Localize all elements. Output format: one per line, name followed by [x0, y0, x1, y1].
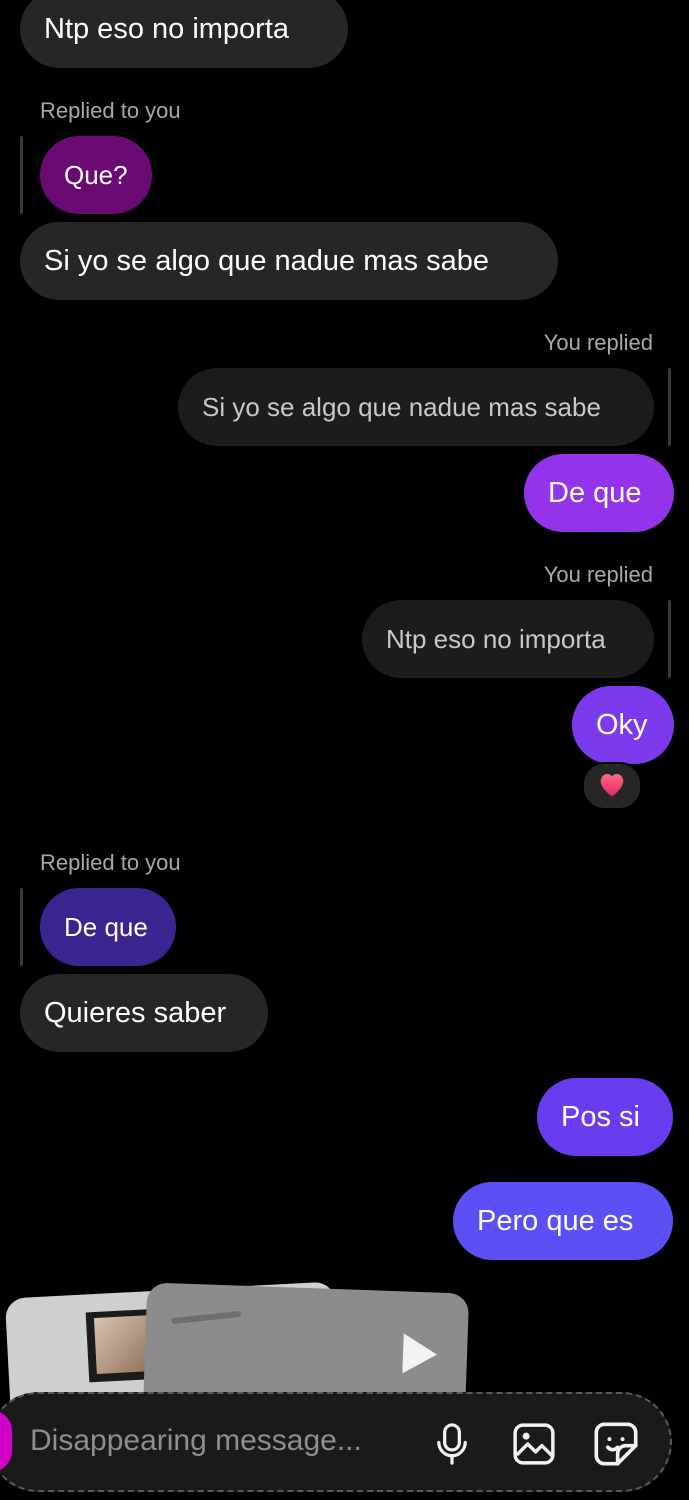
received-message[interactable]: Si yo se algo que nadue mas sabe — [20, 222, 558, 300]
reply-label: Replied to you — [40, 850, 181, 875]
quoted-message[interactable]: Ntp eso no importa — [362, 600, 654, 678]
message-text: De que — [548, 476, 642, 509]
message-text: Quieres saber — [44, 996, 227, 1029]
message-reaction[interactable] — [582, 762, 642, 810]
video-texture — [171, 1310, 242, 1325]
message-text: Oky — [596, 708, 648, 741]
message-input[interactable]: Disappearing message... — [30, 1424, 362, 1458]
quoted-message[interactable]: Si yo se algo que nadue mas sabe — [178, 368, 654, 446]
quoted-text: Si yo se algo que nadue mas sabe — [202, 391, 601, 422]
quoted-text: De que — [64, 911, 148, 942]
chat-screen: Ntp eso no importa Replied to you Que? S… — [0, 0, 689, 1500]
reply-indicator — [20, 136, 23, 214]
heart-icon — [597, 770, 627, 803]
sent-message[interactable]: Pos si — [537, 1078, 673, 1156]
sticker-icon[interactable] — [592, 1420, 640, 1468]
mic-icon[interactable] — [428, 1420, 476, 1468]
message-text: Pero que es — [477, 1204, 634, 1237]
received-message[interactable]: Quieres saber — [20, 974, 268, 1052]
sent-message[interactable]: De que — [524, 454, 674, 532]
reply-label: You replied — [543, 330, 653, 355]
message-text: Si yo se algo que nadue mas sabe — [44, 244, 489, 277]
sent-message[interactable]: Oky — [572, 686, 674, 764]
quoted-text: Que? — [64, 159, 128, 190]
message-text: Pos si — [561, 1100, 640, 1133]
reply-indicator — [20, 888, 23, 966]
reply-indicator — [668, 600, 671, 678]
play-icon[interactable] — [398, 1331, 440, 1376]
reply-indicator — [668, 368, 671, 446]
quoted-message[interactable]: De que — [40, 888, 176, 966]
gallery-icon[interactable] — [510, 1420, 558, 1468]
reply-label: You replied — [543, 562, 653, 587]
quoted-text: Ntp eso no importa — [386, 623, 606, 654]
quoted-message[interactable]: Que? — [40, 136, 152, 214]
received-message[interactable]: Ntp eso no importa — [20, 0, 348, 68]
reply-label: Replied to you — [40, 98, 181, 123]
message-text: Ntp eso no importa — [44, 12, 290, 45]
sent-message[interactable]: Pero que es — [453, 1182, 673, 1260]
